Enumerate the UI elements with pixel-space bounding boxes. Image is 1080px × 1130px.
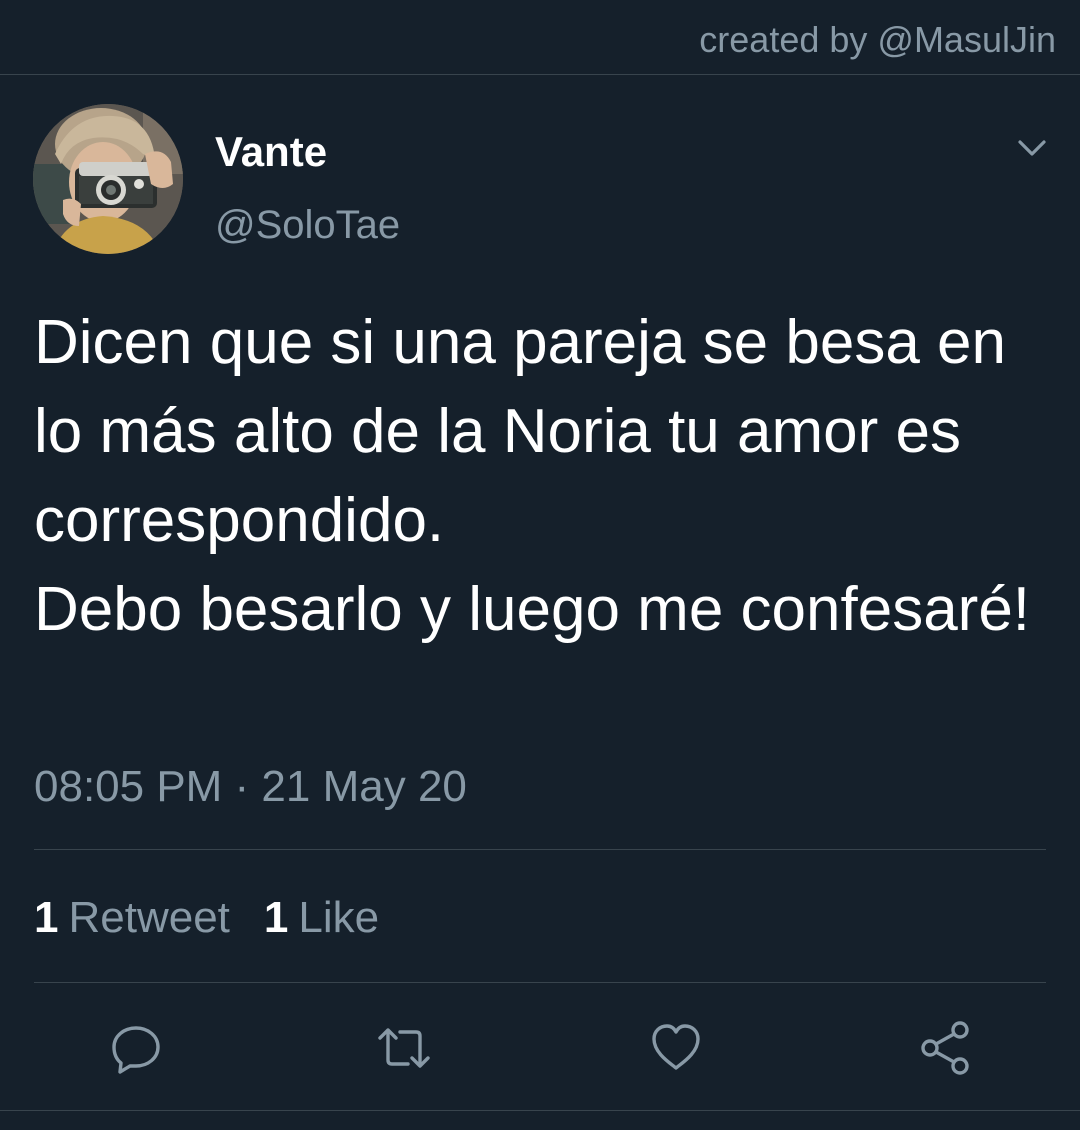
author-display-name[interactable]: Vante xyxy=(215,126,327,178)
credit-watermark: created by @MasulJin xyxy=(699,19,1056,60)
top-divider xyxy=(0,74,1080,75)
author-handle[interactable]: @SoloTae xyxy=(215,200,400,250)
reply-icon xyxy=(112,1026,160,1074)
reply-button[interactable] xyxy=(108,1020,164,1076)
stats-divider-bottom xyxy=(34,982,1046,983)
likes-stat[interactable]: 1 Like xyxy=(264,892,379,944)
tweet-timestamp[interactable]: 08:05 PM · 21 May 20 xyxy=(34,760,467,814)
likes-count: 1 xyxy=(263,893,289,942)
chevron-down-icon[interactable] xyxy=(1012,128,1052,168)
retweet-button[interactable] xyxy=(376,1020,432,1076)
bottom-divider xyxy=(0,1110,1080,1111)
retweet-icon xyxy=(378,1028,430,1068)
like-icon xyxy=(652,1024,700,1070)
likes-label: Like xyxy=(298,893,380,942)
retweets-stat[interactable]: 1 Retweet xyxy=(34,892,230,944)
like-button[interactable] xyxy=(648,1020,704,1076)
avatar[interactable] xyxy=(33,104,183,254)
share-icon xyxy=(921,1021,969,1075)
tweet-stats: 1 Retweet 1 Like xyxy=(34,892,379,944)
retweets-count: 1 xyxy=(34,893,59,942)
stats-divider-top xyxy=(34,849,1046,850)
tweet-text: Dicen que si una pareja se besa en lo má… xyxy=(34,308,1031,644)
share-button[interactable] xyxy=(918,1020,974,1076)
retweets-label: Retweet xyxy=(68,893,230,942)
avatar-photo-icon xyxy=(33,104,183,254)
